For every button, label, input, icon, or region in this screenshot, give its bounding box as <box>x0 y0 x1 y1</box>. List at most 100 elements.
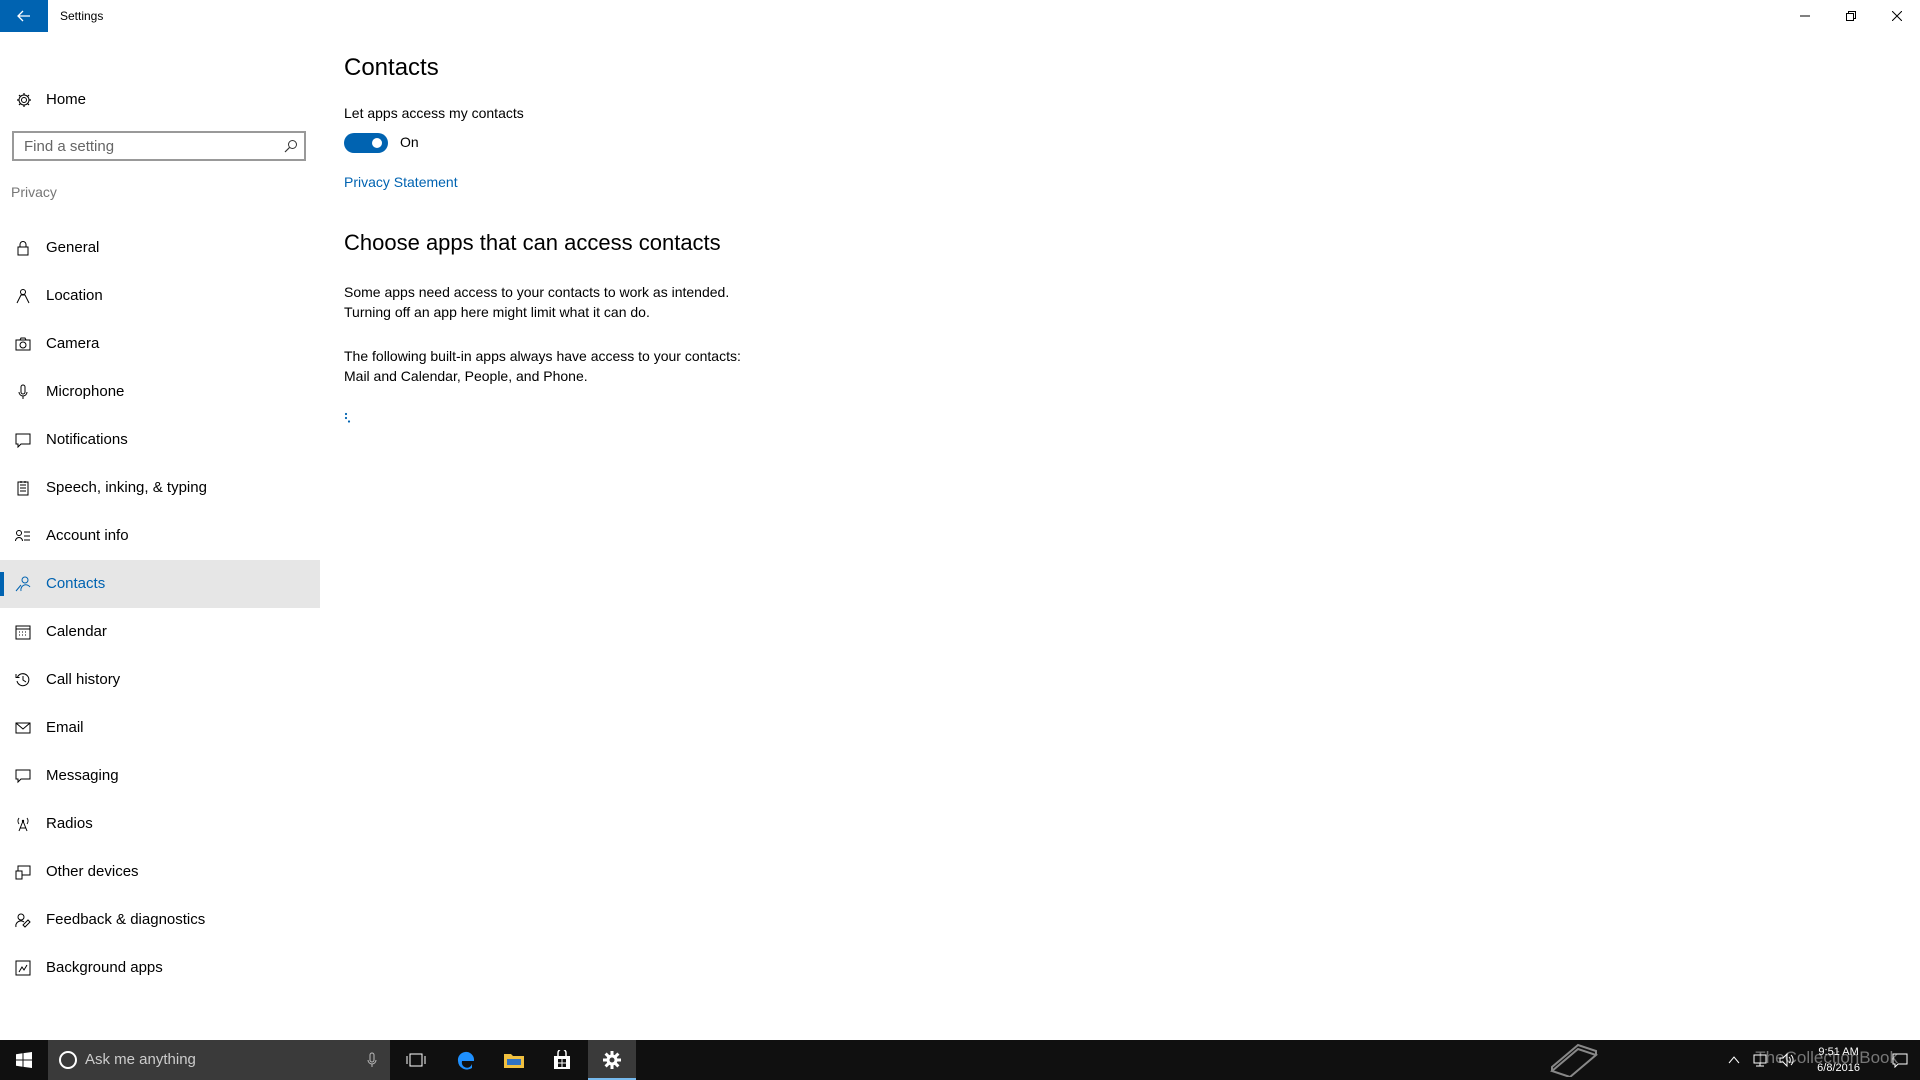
home-label: Home <box>46 91 87 108</box>
sidebar-item-label: Messaging <box>46 767 119 784</box>
notifications-icon <box>15 433 31 448</box>
restore-icon <box>1846 11 1856 21</box>
sidebar-item-call-history[interactable]: Call history <box>0 656 320 704</box>
location-icon <box>16 289 30 304</box>
file-explorer-button[interactable] <box>490 1040 538 1080</box>
sidebar-item-microphone[interactable]: Microphone <box>0 368 320 416</box>
sidebar-item-label: Background apps <box>46 959 163 976</box>
edge-icon <box>457 1051 474 1070</box>
sidebar-item-label: Email <box>46 719 84 736</box>
sidebar-item-contacts[interactable]: Contacts <box>0 560 320 608</box>
speech-icon <box>17 481 29 496</box>
task-view-button[interactable] <box>392 1040 440 1080</box>
toggle-state-text: On <box>400 134 419 150</box>
edge-taskbar-button[interactable] <box>442 1040 490 1080</box>
description-line: Mail and Calendar, People, and Phone. <box>344 368 588 384</box>
gear-icon <box>17 93 31 107</box>
book-watermark-icon <box>1549 1043 1599 1077</box>
calendar-icon <box>15 625 31 640</box>
sidebar-item-label: Microphone <box>46 383 125 400</box>
minimize-button[interactable] <box>1782 0 1828 32</box>
clock-date: 6/8/2016 <box>1817 1062 1860 1074</box>
start-button[interactable] <box>0 1040 48 1080</box>
chevron-up-icon[interactable] <box>1726 1052 1742 1068</box>
loading-spinner-icon <box>344 412 351 423</box>
feedback-icon <box>15 913 31 928</box>
toggle-knob <box>372 138 382 148</box>
sidebar-item-label: Contacts <box>46 575 106 592</box>
sidebar-item-label: Speech, inking, & typing <box>46 479 207 496</box>
search-icon <box>284 140 297 153</box>
sidebar-item-label: Location <box>46 287 103 304</box>
sidebar-item-calendar[interactable]: Calendar <box>0 608 320 656</box>
section-label: Privacy <box>11 184 57 200</box>
privacy-statement-link[interactable]: Privacy Statement <box>344 174 458 190</box>
sidebar-item-label: Notifications <box>46 431 128 448</box>
find-setting-input[interactable] <box>24 133 274 159</box>
network-icon[interactable] <box>1752 1052 1768 1068</box>
microphone-icon <box>18 384 28 399</box>
sidebar-item-radios[interactable]: Radios <box>0 800 320 848</box>
sidebar-item-label: Account info <box>46 527 129 544</box>
sidebar-item-messaging[interactable]: Messaging <box>0 752 320 800</box>
cortana-search-box[interactable]: Ask me anything <box>48 1040 390 1080</box>
messaging-icon <box>15 769 31 784</box>
apps-access-description: Some apps need access to your contacts t… <box>344 282 904 322</box>
sidebar-item-label: Other devices <box>46 863 139 880</box>
description-line: The following built-in apps always have … <box>344 348 741 364</box>
history-icon <box>15 673 30 687</box>
background-apps-icon <box>15 960 31 976</box>
task-view-icon <box>406 1053 426 1067</box>
sidebar-item-notifications[interactable]: Notifications <box>0 416 320 464</box>
sidebar-item-speech[interactable]: Speech, inking, & typing <box>0 464 320 512</box>
contacts-access-label: Let apps access my contacts <box>344 105 524 121</box>
sidebar-item-account-info[interactable]: Account info <box>0 512 320 560</box>
sidebar-item-label: Calendar <box>46 623 107 640</box>
minimize-icon <box>1800 15 1810 17</box>
page-title: Contacts <box>344 54 439 81</box>
home-nav-item[interactable]: Home <box>0 80 320 120</box>
contacts-access-toggle[interactable] <box>344 133 388 153</box>
sidebar-item-label: Feedback & diagnostics <box>46 911 206 928</box>
description-line: Turning off an app here might limit what… <box>344 304 650 320</box>
window-title: Settings <box>60 9 104 23</box>
back-arrow-icon <box>17 10 30 22</box>
description-line: Some apps need access to your contacts t… <box>344 284 730 300</box>
folder-icon <box>504 1054 524 1068</box>
clock-time: 9:51 AM <box>1818 1046 1859 1058</box>
store-button[interactable] <box>538 1040 586 1080</box>
cortana-search-placeholder: Ask me anything <box>85 1051 196 1068</box>
sidebar-item-background-apps[interactable]: Background apps <box>0 944 320 992</box>
sidebar-item-feedback[interactable]: Feedback & diagnostics <box>0 896 320 944</box>
store-bag-icon <box>554 1050 570 1069</box>
sidebar-item-email[interactable]: Email <box>0 704 320 752</box>
sidebar-item-location[interactable]: Location <box>0 272 320 320</box>
section-title: Choose apps that can access contacts <box>344 230 721 255</box>
gear-icon <box>603 1051 621 1069</box>
microphone-icon[interactable] <box>366 1052 378 1068</box>
sidebar-item-label: Call history <box>46 671 121 688</box>
taskbar: Ask me anything TheCollectionBook 9:51 A… <box>0 1040 1920 1080</box>
back-button[interactable] <box>0 0 48 32</box>
action-center-icon[interactable] <box>1892 1052 1908 1068</box>
taskbar-clock[interactable]: 9:51 AM 6/8/2016 <box>1817 1044 1860 1076</box>
lock-icon <box>17 241 29 256</box>
contacts-icon <box>15 576 31 592</box>
sidebar-item-other-devices[interactable]: Other devices <box>0 848 320 896</box>
cortana-icon <box>59 1051 77 1069</box>
windows-logo-icon <box>16 1052 32 1068</box>
sidebar-item-label: Camera <box>46 335 100 352</box>
sidebar-item-general[interactable]: General <box>0 224 320 272</box>
account-info-icon <box>15 530 30 542</box>
volume-icon[interactable] <box>1778 1052 1794 1068</box>
camera-icon <box>15 337 31 351</box>
devices-icon <box>15 865 31 880</box>
restore-button[interactable] <box>1828 0 1874 32</box>
settings-taskbar-button[interactable] <box>588 1040 636 1080</box>
sidebar-item-camera[interactable]: Camera <box>0 320 320 368</box>
title-bar: Settings <box>0 0 1920 32</box>
radio-tower-icon <box>17 817 29 832</box>
close-icon <box>1892 11 1902 21</box>
find-setting-search[interactable] <box>12 131 306 161</box>
close-button[interactable] <box>1874 0 1920 32</box>
